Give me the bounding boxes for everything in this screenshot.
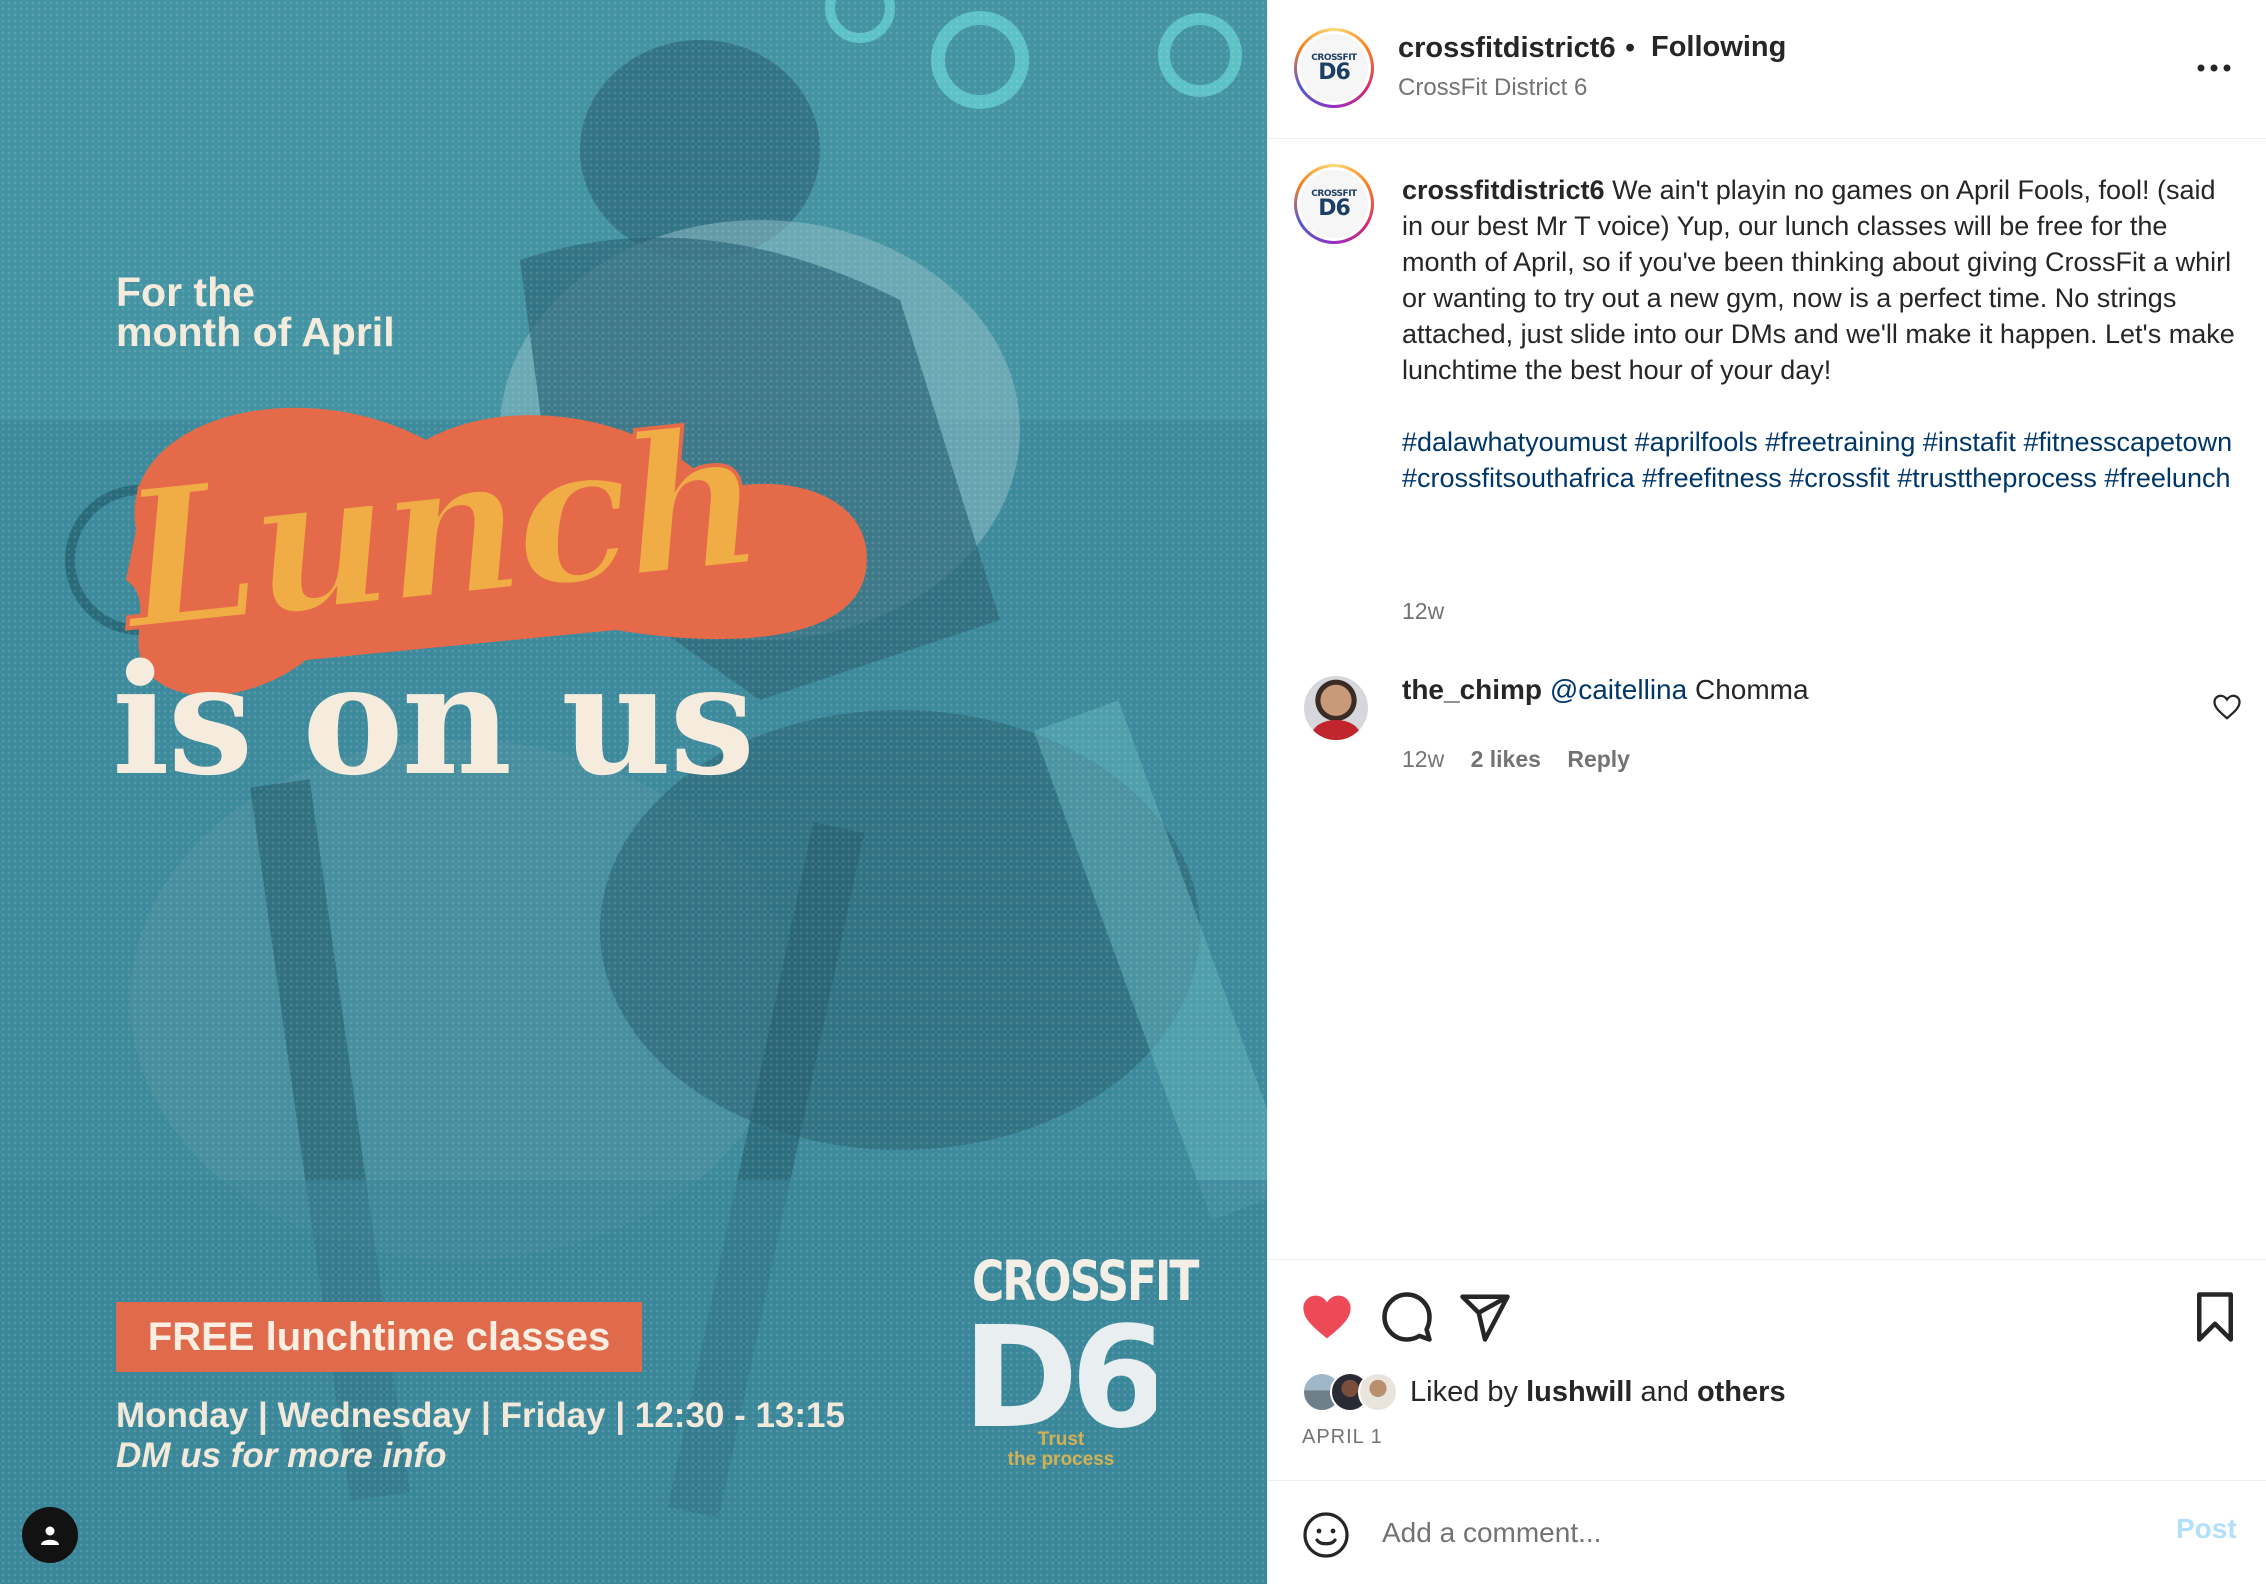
following-button[interactable]: Following xyxy=(1651,31,1786,64)
author-username[interactable]: crossfitdistrict6 xyxy=(1398,32,1616,65)
caption-timestamp[interactable]: 12w xyxy=(1402,598,1444,625)
hashtag-link[interactable]: #trusttheprocess xyxy=(1897,463,2097,493)
image-headline: is on us xyxy=(112,630,755,809)
caption-avatar-logo-mark: D6 xyxy=(1318,196,1351,221)
hashtag-link[interactable]: #instafit xyxy=(1923,427,2016,457)
commenter-username[interactable]: the_chimp xyxy=(1402,674,1542,705)
caption-hashtags: #dalawhatyoumust #aprilfools #freetraini… xyxy=(1402,427,2240,493)
liked-by-prefix: Liked by xyxy=(1410,1375,1519,1408)
brand-tagline-1: Trust xyxy=(1037,1429,1085,1450)
liked-by-row: Liked by lushwill and others xyxy=(1302,1370,1786,1414)
comment-timestamp[interactable]: 12w xyxy=(1402,746,1444,772)
more-icon xyxy=(2197,64,2231,72)
comment-reply-button[interactable]: Reply xyxy=(1567,746,1630,772)
liked-by-others[interactable]: others xyxy=(1697,1376,1786,1408)
hashtag-link[interactable]: #crossfit xyxy=(1789,463,1890,493)
post-comment-button[interactable]: Post xyxy=(2176,1513,2237,1545)
brand-tagline-2: the process xyxy=(1007,1449,1115,1470)
image-intro-text: For the month of April xyxy=(116,269,395,355)
comment-mention[interactable]: @caitellina xyxy=(1550,674,1687,705)
hashtag-link[interactable]: #freelunch xyxy=(2104,463,2230,493)
add-comment-bar: Post xyxy=(1268,1480,2266,1584)
comment-bubble-icon[interactable] xyxy=(1380,1290,1434,1344)
comment-likes[interactable]: 2 likes xyxy=(1471,746,1541,772)
comment-meta: 12w 2 likes Reply xyxy=(1402,746,1650,773)
hashtag-link[interactable]: #aprilfools xyxy=(1635,427,1758,457)
dm-info-line: DM us for more info xyxy=(116,1436,447,1475)
emoji-icon[interactable] xyxy=(1302,1511,1350,1559)
caption-author-avatar[interactable]: CROSSFIT D6 xyxy=(1294,164,1374,244)
comment-heart-icon[interactable] xyxy=(2212,692,2242,722)
caption-avatar-logo: CROSSFIT D6 xyxy=(1300,170,1368,238)
comment-body: Chomma xyxy=(1694,674,1809,705)
hashtag-link[interactable]: #freefitness xyxy=(1642,463,1782,493)
header-separator: • xyxy=(1625,32,1636,64)
bookmark-icon[interactable] xyxy=(2188,1290,2242,1344)
commenter-avatar[interactable] xyxy=(1304,676,1368,740)
brand-tagline: Trust the process xyxy=(966,1430,1156,1470)
brand-word: CROSSFIT xyxy=(972,1250,1199,1314)
hashtag-link[interactable]: #dalawhatyoumust xyxy=(1402,427,1627,457)
tagged-users-button[interactable] xyxy=(22,1507,78,1563)
liked-by-text: Liked by lushwill and others xyxy=(1410,1376,1786,1409)
author-avatar[interactable]: CROSSFIT D6 xyxy=(1294,28,1374,108)
schedule-days: Monday | Wednesday | Friday | 12:30 - 13… xyxy=(116,1396,845,1435)
like-heart-icon[interactable] xyxy=(1300,1290,1354,1344)
hashtag-link[interactable]: #crossfitsouthafrica xyxy=(1402,463,1635,493)
post-date[interactable]: APRIL 1 xyxy=(1302,1426,1383,1449)
author-subtitle: CrossFit District 6 xyxy=(1398,74,1588,101)
image-intro-line-1: For the xyxy=(116,269,255,315)
caption-username[interactable]: crossfitdistrict6 xyxy=(1402,175,1605,205)
more-options-button[interactable] xyxy=(2192,50,2236,86)
free-classes-badge: FREE lunchtime classes xyxy=(116,1302,642,1372)
liked-by-user[interactable]: lushwill xyxy=(1526,1376,1632,1408)
class-schedule: Monday | Wednesday | Friday | 12:30 - 13… xyxy=(116,1396,845,1476)
user-icon xyxy=(41,1526,59,1545)
share-send-icon[interactable] xyxy=(1458,1290,1512,1344)
post-caption: crossfitdistrict6 We ain't playin no gam… xyxy=(1402,172,2242,496)
avatar-logo-mark: D6 xyxy=(1318,60,1351,85)
caption-body: We ain't playin no games on April Fools,… xyxy=(1402,175,2243,385)
comment-input[interactable] xyxy=(1382,1507,2082,1559)
post-actions: Liked by lushwill and others APRIL 1 xyxy=(1268,1259,2266,1481)
post-image[interactable]: For the month of April Lunch is on us FR… xyxy=(0,0,1267,1584)
author-avatar-logo: CROSSFIT D6 xyxy=(1300,34,1368,102)
post-header: CROSSFIT D6 crossfitdistrict6 • Followin… xyxy=(1268,0,2266,139)
liker-avatar-3[interactable] xyxy=(1358,1372,1398,1412)
liked-by-and: and xyxy=(1640,1375,1689,1408)
comment-item: the_chimp @caitellina Chomma 12w 2 likes… xyxy=(1268,672,2266,792)
image-intro-line-2: month of April xyxy=(116,309,395,355)
hashtag-link[interactable]: #fitnesscapetown xyxy=(2023,427,2232,457)
post-details-panel: CROSSFIT D6 crossfitdistrict6 • Followin… xyxy=(1267,0,2266,1584)
hashtag-link[interactable]: #freetraining xyxy=(1765,427,1915,457)
comment-text: the_chimp @caitellina Chomma xyxy=(1402,674,1809,706)
